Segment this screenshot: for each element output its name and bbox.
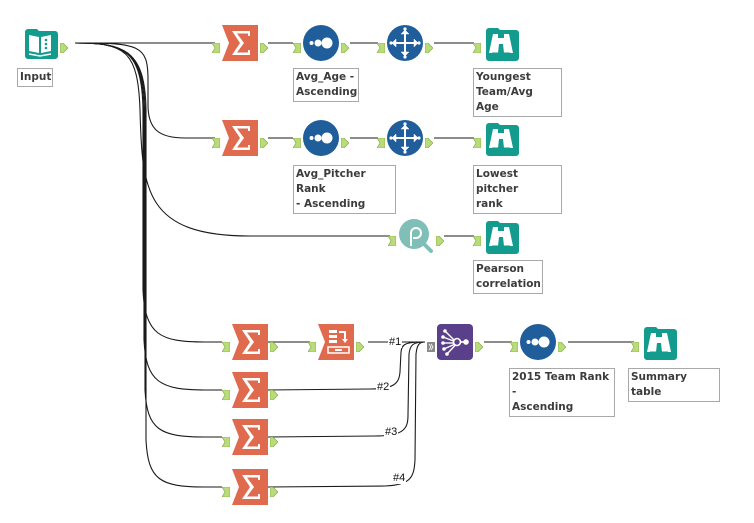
move-arrows-icon xyxy=(387,25,423,61)
tool-label-sort-avg-age: Avg_Age - Ascending xyxy=(293,68,359,102)
output-anchor[interactable] xyxy=(435,231,445,247)
connection-label-4: #4 xyxy=(392,472,407,484)
sigma-icon xyxy=(232,324,268,360)
tool-browse-browse4[interactable] xyxy=(641,324,677,360)
input-anchor[interactable] xyxy=(211,38,221,54)
tool-browse-browse2[interactable] xyxy=(483,120,519,156)
tool-union-union[interactable] xyxy=(437,324,473,360)
tool-browse-browse3[interactable] xyxy=(483,218,519,254)
tool-browse-browse1[interactable] xyxy=(483,25,519,61)
sigma-icon xyxy=(222,25,258,61)
output-anchor[interactable] xyxy=(259,133,269,149)
tool-cross-tab-transpose[interactable] xyxy=(318,324,354,360)
output-anchor[interactable] xyxy=(269,337,279,353)
tool-summarize-sum4[interactable] xyxy=(232,372,268,408)
tool-sample-sel2[interactable] xyxy=(387,120,423,156)
table-transpose-icon xyxy=(318,324,354,360)
sigma-icon xyxy=(232,372,268,408)
tool-label-sort-team-rank: 2015 Team Rank - Ascending xyxy=(509,368,615,417)
output-anchor[interactable] xyxy=(269,482,279,498)
tool-sort-sort2[interactable] xyxy=(303,120,339,156)
output-anchor[interactable] xyxy=(355,337,365,353)
connection-label-2: #2 xyxy=(376,381,391,393)
tool-sort-sort3[interactable] xyxy=(520,324,556,360)
input-anchor[interactable] xyxy=(376,133,386,149)
output-anchor[interactable] xyxy=(259,38,269,54)
input-anchor[interactable] xyxy=(376,38,386,54)
input-anchor[interactable] xyxy=(221,432,231,448)
output-anchor[interactable] xyxy=(557,337,567,353)
input-anchor[interactable] xyxy=(509,337,519,353)
input-anchor[interactable] xyxy=(630,337,640,353)
binoculars-icon xyxy=(483,218,519,254)
union-network-icon xyxy=(437,324,473,360)
tool-label-summary-table: Summary table xyxy=(628,368,720,402)
output-anchor[interactable] xyxy=(340,38,350,54)
tool-summarize-sum5[interactable] xyxy=(232,419,268,455)
output-anchor[interactable] xyxy=(269,385,279,401)
tool-pearson-correlation-pearson[interactable] xyxy=(398,218,434,254)
sort-dots-icon xyxy=(520,324,556,360)
output-anchor[interactable] xyxy=(269,432,279,448)
connection-label-1: #1 xyxy=(388,336,403,348)
input-anchor[interactable] xyxy=(211,133,221,149)
tool-sample-sel1[interactable] xyxy=(387,25,423,61)
tool-label-youngest-team: Youngest Team/Avg Age xyxy=(473,68,562,117)
input-anchor[interactable] xyxy=(472,231,482,247)
multi-input-anchor[interactable] xyxy=(427,337,435,352)
tool-label-sort-pitcher-rank: Avg_Pitcher Rank - Ascending xyxy=(293,165,396,214)
move-arrows-icon xyxy=(387,120,423,156)
binoculars-icon xyxy=(641,324,677,360)
tool-summarize-sum2[interactable] xyxy=(222,120,258,156)
tool-summarize-sum6[interactable] xyxy=(232,469,268,505)
sort-dots-icon xyxy=(303,25,339,61)
input-anchor[interactable] xyxy=(292,38,302,54)
output-anchor[interactable] xyxy=(424,38,434,54)
tool-summarize-sum1[interactable] xyxy=(222,25,258,61)
output-anchor[interactable] xyxy=(59,38,69,54)
input-anchor[interactable] xyxy=(307,337,317,353)
input-anchor[interactable] xyxy=(221,337,231,353)
input-anchor[interactable] xyxy=(221,385,231,401)
sigma-icon xyxy=(222,120,258,156)
output-anchor[interactable] xyxy=(474,337,484,353)
binoculars-icon xyxy=(483,120,519,156)
book-icon xyxy=(22,25,58,61)
input-anchor[interactable] xyxy=(221,482,231,498)
sigma-icon xyxy=(232,419,268,455)
tool-summarize-sum3[interactable] xyxy=(232,324,268,360)
tool-label-input: Input xyxy=(17,68,53,87)
tool-input-data-input[interactable] xyxy=(22,25,58,61)
input-anchor[interactable] xyxy=(472,133,482,149)
binoculars-icon xyxy=(483,25,519,61)
input-anchor[interactable] xyxy=(472,38,482,54)
workflow-canvas[interactable] xyxy=(0,0,754,523)
input-anchor[interactable] xyxy=(292,133,302,149)
connection-sum6-union-4[interactable] xyxy=(267,341,426,488)
output-anchor[interactable] xyxy=(424,133,434,149)
rho-magnifier-icon xyxy=(398,218,434,254)
tool-label-pearson: Pearson correlation xyxy=(473,260,543,294)
sigma-icon xyxy=(232,469,268,505)
output-anchor[interactable] xyxy=(340,133,350,149)
input-anchor[interactable] xyxy=(387,231,397,247)
connection-label-3: #3 xyxy=(384,426,399,438)
tool-sort-sort1[interactable] xyxy=(303,25,339,61)
sort-dots-icon xyxy=(303,120,339,156)
tool-label-lowest-pitcher: Lowest pitcher rank xyxy=(473,165,562,214)
